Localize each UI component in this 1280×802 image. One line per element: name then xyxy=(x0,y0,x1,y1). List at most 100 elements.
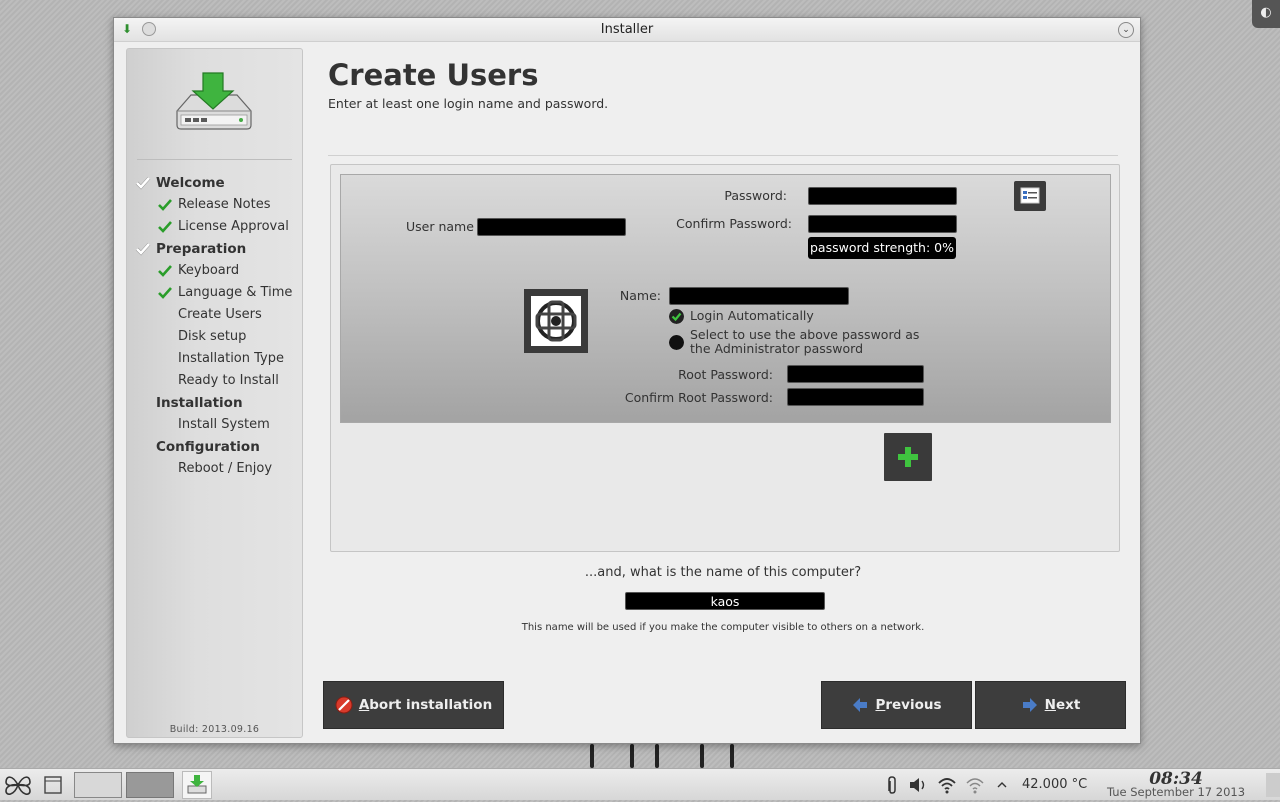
sidebar-step: Configuration xyxy=(127,436,302,458)
virtual-desktop-1[interactable] xyxy=(74,772,122,798)
installer-window: ⬇ Installer ⌄ Welcome Release Notes Licens… xyxy=(113,17,1141,744)
user-avatar-button[interactable] xyxy=(524,289,588,353)
window-title: Installer xyxy=(600,22,654,37)
login-automatically-checkbox[interactable]: Login Automatically xyxy=(669,308,814,324)
steps-sidebar: Welcome Release Notes License Approval Prep… xyxy=(126,48,303,738)
password-label: Password: xyxy=(724,188,787,203)
login-automatically-label: Login Automatically xyxy=(690,308,814,323)
checked-icon xyxy=(669,309,684,324)
cancel-icon xyxy=(335,696,353,714)
application-launcher-icon[interactable] xyxy=(2,772,34,798)
sidebar-step-label: Welcome xyxy=(156,175,225,191)
password-field[interactable] xyxy=(808,187,957,205)
sidebar-step-label: Installation Type xyxy=(178,351,284,366)
username-label: User name xyxy=(406,219,474,234)
sidebar-step-label: Configuration xyxy=(156,439,260,455)
title-bar: ⬇ Installer ⌄ xyxy=(114,18,1140,42)
root-password-field[interactable] xyxy=(787,365,924,383)
checkmark-icon xyxy=(135,176,151,190)
arrow-right-icon xyxy=(1022,698,1037,712)
checkmark-icon xyxy=(135,242,151,256)
unchecked-icon xyxy=(669,335,684,350)
sidebar-step: Reboot / Enjoy xyxy=(127,458,302,480)
installer-icon xyxy=(187,775,207,794)
sidebar-step: Installation Type xyxy=(127,348,302,370)
sidebar-step: Disk setup xyxy=(127,326,302,348)
wallpaper-graphic xyxy=(560,744,800,768)
hostname-note: This name will be used if you make the c… xyxy=(521,622,925,633)
checkmark-icon xyxy=(158,221,172,233)
taskbar-installer-task[interactable] xyxy=(182,771,212,799)
sidebar-step-label: Language & Time xyxy=(178,285,293,300)
volume-icon[interactable] xyxy=(908,775,928,795)
confirm-password-label: Confirm Password: xyxy=(676,216,792,231)
use-as-admin-label-line2: the Administrator password xyxy=(690,341,864,356)
use-as-admin-password-checkbox[interactable]: Select to use the above password as the … xyxy=(669,328,919,356)
plus-icon xyxy=(898,447,918,467)
panel-toolbox[interactable] xyxy=(1266,773,1280,797)
temperature-readout: 42.000 °C xyxy=(1022,777,1088,792)
steps-list: Welcome Release Notes License Approval Prep… xyxy=(127,172,302,480)
name-label: Name: xyxy=(619,288,661,303)
arrow-left-icon xyxy=(853,698,868,712)
previous-button[interactable]: Previous xyxy=(821,681,972,729)
chevron-up-icon[interactable] xyxy=(992,775,1012,795)
sidebar-step: License Approval xyxy=(127,216,302,238)
sidebar-step: Create Users xyxy=(127,304,302,326)
sidebar-step-label: Disk setup xyxy=(178,329,247,344)
next-button[interactable]: Next xyxy=(975,681,1126,729)
checkmark-icon xyxy=(158,265,172,277)
show-desktop-icon[interactable] xyxy=(40,772,66,798)
page-subtitle: Enter at least one login name and passwo… xyxy=(328,96,609,111)
confirm-root-password-label: Confirm Root Password: xyxy=(624,390,773,405)
build-label: Build: 2013.09.16 xyxy=(169,724,260,735)
use-as-admin-label-line1: Select to use the above password as xyxy=(690,327,920,342)
sidebar-step: Welcome xyxy=(127,172,302,194)
virtual-desktop-2[interactable] xyxy=(126,772,174,798)
window-collapse-button[interactable]: ⌄ xyxy=(1118,22,1134,38)
hostname-question: ...and, what is the name of this compute… xyxy=(584,565,862,580)
sidebar-step-label: Install System xyxy=(178,417,270,432)
sidebar-step: Language & Time xyxy=(127,282,302,304)
avatar-icon xyxy=(535,300,577,342)
hard-drive-download-icon xyxy=(176,72,252,130)
full-name-field[interactable] xyxy=(669,287,849,305)
add-user-button[interactable] xyxy=(884,433,932,481)
sidebar-step: Install System xyxy=(127,414,302,436)
sidebar-step-label: Reboot / Enjoy xyxy=(178,461,273,476)
confirm-root-password-field[interactable] xyxy=(787,388,924,406)
sidebar-step: Preparation xyxy=(127,238,302,260)
username-field[interactable] xyxy=(477,218,626,236)
user-card: Password: Confirm Password: password str… xyxy=(340,174,1111,423)
sidebar-step: Installation xyxy=(127,392,302,414)
user-form-icon xyxy=(1020,187,1040,204)
abort-label: Abort installation xyxy=(358,697,493,713)
taskbar: 42.000 °C 08:34 Tue September 17 2013 xyxy=(0,768,1280,800)
sidebar-step: Release Notes xyxy=(127,194,302,216)
clock-date[interactable]: Tue September 17 2013 xyxy=(1103,785,1249,799)
sidebar-step-label: Keyboard xyxy=(178,263,240,278)
checkmark-icon xyxy=(158,287,172,299)
sidebar-step-label: Installation xyxy=(156,395,243,411)
sidebar-step-label: Release Notes xyxy=(178,197,271,212)
paperclip-icon[interactable] xyxy=(882,775,902,795)
checkmark-icon xyxy=(158,199,172,211)
password-strength-meter: password strength: 0% xyxy=(808,237,956,259)
previous-label: Previous xyxy=(875,697,942,713)
desktop-toolbox-button[interactable]: ◐ xyxy=(1252,0,1280,28)
abort-installation-button[interactable]: Abort installation xyxy=(323,681,504,729)
user-details-button[interactable] xyxy=(1014,181,1046,211)
sidebar-step-label: Create Users xyxy=(178,307,262,322)
sidebar-step-label: Ready to Install xyxy=(178,373,279,388)
sidebar-step: Keyboard xyxy=(127,260,302,282)
sidebar-divider xyxy=(137,159,292,160)
sidebar-step-label: Preparation xyxy=(156,241,247,257)
hostname-field[interactable] xyxy=(625,592,825,610)
header-divider xyxy=(328,155,1118,156)
sidebar-step: Ready to Install xyxy=(127,370,302,392)
root-password-label: Root Password: xyxy=(678,367,773,382)
wifi-inactive-icon[interactable] xyxy=(965,775,985,795)
next-label: Next xyxy=(1044,697,1081,713)
confirm-password-field[interactable] xyxy=(808,215,957,233)
wifi-icon[interactable] xyxy=(937,775,957,795)
